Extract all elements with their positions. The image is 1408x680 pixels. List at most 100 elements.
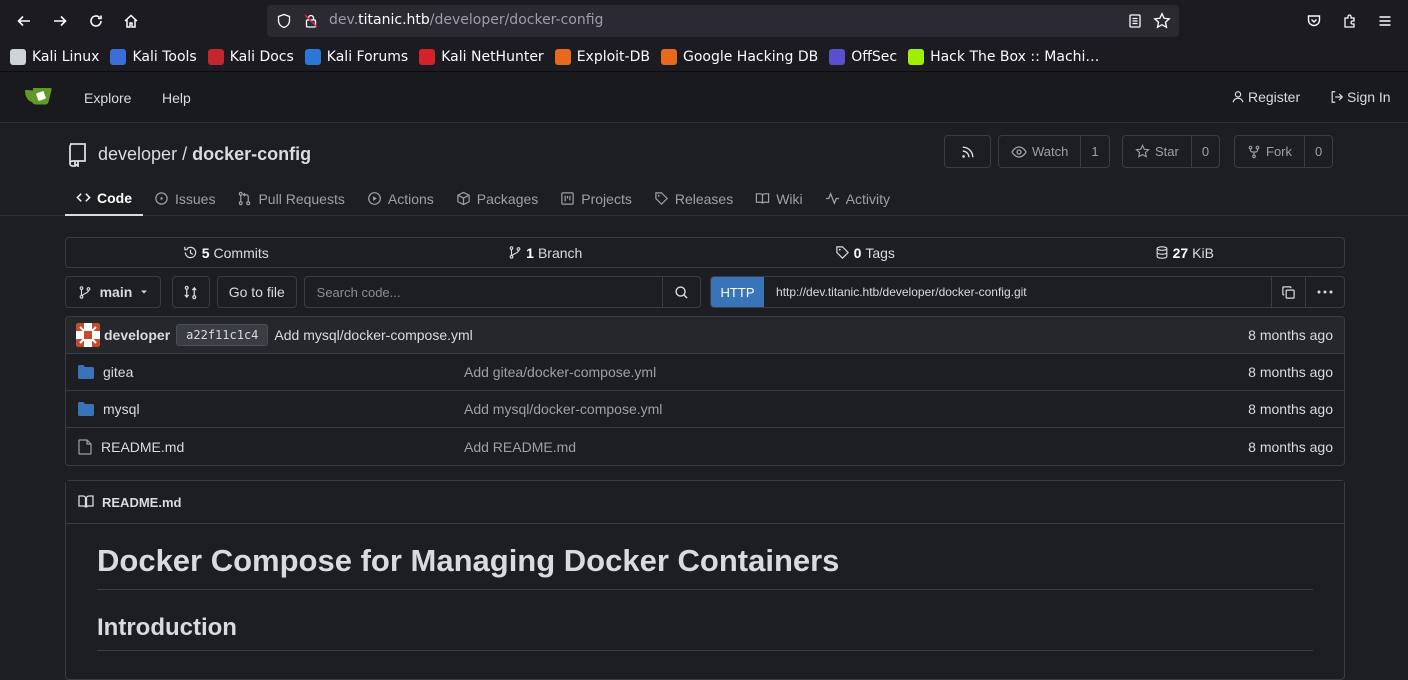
watch-label: Watch [1032,144,1069,159]
extensions-button[interactable] [1332,0,1368,42]
branch-icon [509,246,521,259]
tags-count: 0 [853,244,862,261]
copy-icon [1282,285,1295,299]
file-commit-message[interactable]: Add README.md [464,439,576,455]
avatar[interactable] [76,323,100,347]
tab-label: Pull Requests [258,190,345,207]
forward-button[interactable] [42,0,78,42]
fork-icon [1248,145,1260,158]
clone-url-input[interactable]: http://dev.titanic.htb/developer/docker-… [764,277,1272,307]
tab-pull-requests[interactable]: Pull Requests [226,181,355,216]
file-name[interactable]: gitea [103,364,133,380]
code-search-button[interactable] [663,276,702,308]
gitea-logo-icon[interactable] [24,86,54,108]
repo-name-link[interactable]: docker-config [192,144,311,165]
tags-stat[interactable]: 0 Tags [705,245,1025,261]
compare-icon [184,285,197,299]
go-to-file-button[interactable]: Go to file [216,276,297,308]
file-name[interactable]: mysql [103,401,140,417]
pull-request-icon [239,191,251,206]
commits-count: 5 [201,244,210,261]
commit-sha[interactable]: a22f11c1c4 [176,324,269,346]
file-row-mysql[interactable]: mysql Add mysql/docker-compose.yml 8 mon… [66,391,1344,428]
tab-projects[interactable]: Projects [549,181,643,216]
tab-actions[interactable]: Actions [356,181,445,216]
tab-label: Activity [845,190,890,207]
bookmark-star-icon[interactable] [1153,12,1171,30]
star-label: Star [1155,144,1179,159]
file-commit-message[interactable]: Add mysql/docker-compose.yml [464,401,662,417]
bookmark-item[interactable]: Kali Tools [110,48,197,65]
nav-explore[interactable]: Explore [84,90,131,106]
star-count[interactable]: 0 [1190,136,1219,167]
commit-message[interactable]: Add mysql/docker-compose.yml [274,327,472,343]
http-protocol-button[interactable]: HTTP [711,277,765,307]
commits-stat[interactable]: 5 Commits [66,245,386,261]
bookmark-item[interactable]: Kali NetHunter [419,48,544,65]
commit-author[interactable]: developer [104,327,170,343]
kali-nethunter-icon [419,48,436,65]
file-list: developer a22f11c1c4 Add mysql/docker-co… [65,316,1345,466]
code-search-input[interactable]: Search code... [303,276,664,308]
folder-icon [78,365,94,379]
copy-url-button[interactable] [1272,277,1306,307]
repo-owner-link[interactable]: developer [98,144,177,165]
fork-button[interactable]: Fork 0 [1234,135,1334,168]
register-link[interactable]: Register [1231,89,1300,105]
bookmark-label: Kali Tools [132,48,197,65]
url-text[interactable]: dev.titanic.htb/developer/docker-config [329,12,603,28]
pocket-icon [1307,15,1321,27]
code-toolbar: main Go to file Search code... HTTP http… [65,276,1345,308]
tab-label: Actions [387,190,434,207]
tab-wiki[interactable]: Wiki [744,181,813,216]
shield-icon[interactable] [276,13,292,29]
star-icon [1135,144,1150,158]
bookmark-item[interactable]: Exploit-DB [554,48,650,65]
file-commit-message[interactable]: Add gitea/docker-compose.yml [464,364,656,380]
book-icon [756,193,770,204]
fork-count[interactable]: 0 [1304,136,1332,167]
bookmark-item[interactable]: Kali Forums [304,48,408,65]
url-bar[interactable]: dev.titanic.htb/developer/docker-config [267,5,1179,37]
menu-button[interactable] [1367,0,1403,42]
puzzle-icon [1344,14,1355,28]
repo-tabs: Code Issues Pull Requests Actions Packag… [65,181,901,216]
page-info-icon[interactable] [303,13,319,29]
rss-button[interactable] [944,135,991,168]
home-button[interactable] [113,0,149,42]
branch-count: 1 [526,244,534,261]
tab-activity[interactable]: Activity [814,181,901,216]
branch-selector[interactable]: main [65,276,161,308]
file-row-gitea[interactable]: gitea Add gitea/docker-compose.yml 8 mon… [66,354,1344,391]
kali-docs-icon [207,48,224,65]
bookmark-item[interactable]: Kali Linux [10,48,99,65]
bookmark-item[interactable]: OffSec [829,48,897,65]
bookmark-item[interactable]: Google Hacking DB [660,48,818,65]
nav-help[interactable]: Help [162,90,191,106]
tab-issues[interactable]: Issues [143,181,226,216]
commit-time: 8 months ago [1248,327,1333,343]
bookmark-item[interactable]: Hack The Box :: Machi… [908,48,1099,65]
more-options-button[interactable] [1306,277,1344,307]
compare-button[interactable] [171,276,210,308]
signin-link[interactable]: Sign In [1330,89,1391,105]
reload-button[interactable] [78,0,114,42]
pocket-button[interactable] [1296,0,1332,42]
file-name[interactable]: README.md [101,439,184,455]
tab-releases[interactable]: Releases [643,181,744,216]
repo-icon [69,143,86,167]
watch-button[interactable]: Watch 1 [998,135,1110,168]
readme-filename[interactable]: README.md [102,495,181,510]
star-button[interactable]: Star 0 [1122,135,1221,168]
reader-view-icon[interactable] [1127,13,1143,29]
tab-code[interactable]: Code [65,181,143,216]
kali-dragon-icon [10,48,26,65]
branch-stat[interactable]: 1 Branch [386,245,706,261]
tab-packages[interactable]: Packages [445,181,549,216]
back-button[interactable] [6,0,42,42]
htb-icon [908,48,925,65]
watch-count[interactable]: 1 [1080,136,1108,167]
clone-panel: HTTP http://dev.titanic.htb/developer/do… [710,276,1345,308]
file-row-readme[interactable]: README.md Add README.md 8 months ago [66,428,1344,465]
bookmark-item[interactable]: Kali Docs [207,48,294,65]
